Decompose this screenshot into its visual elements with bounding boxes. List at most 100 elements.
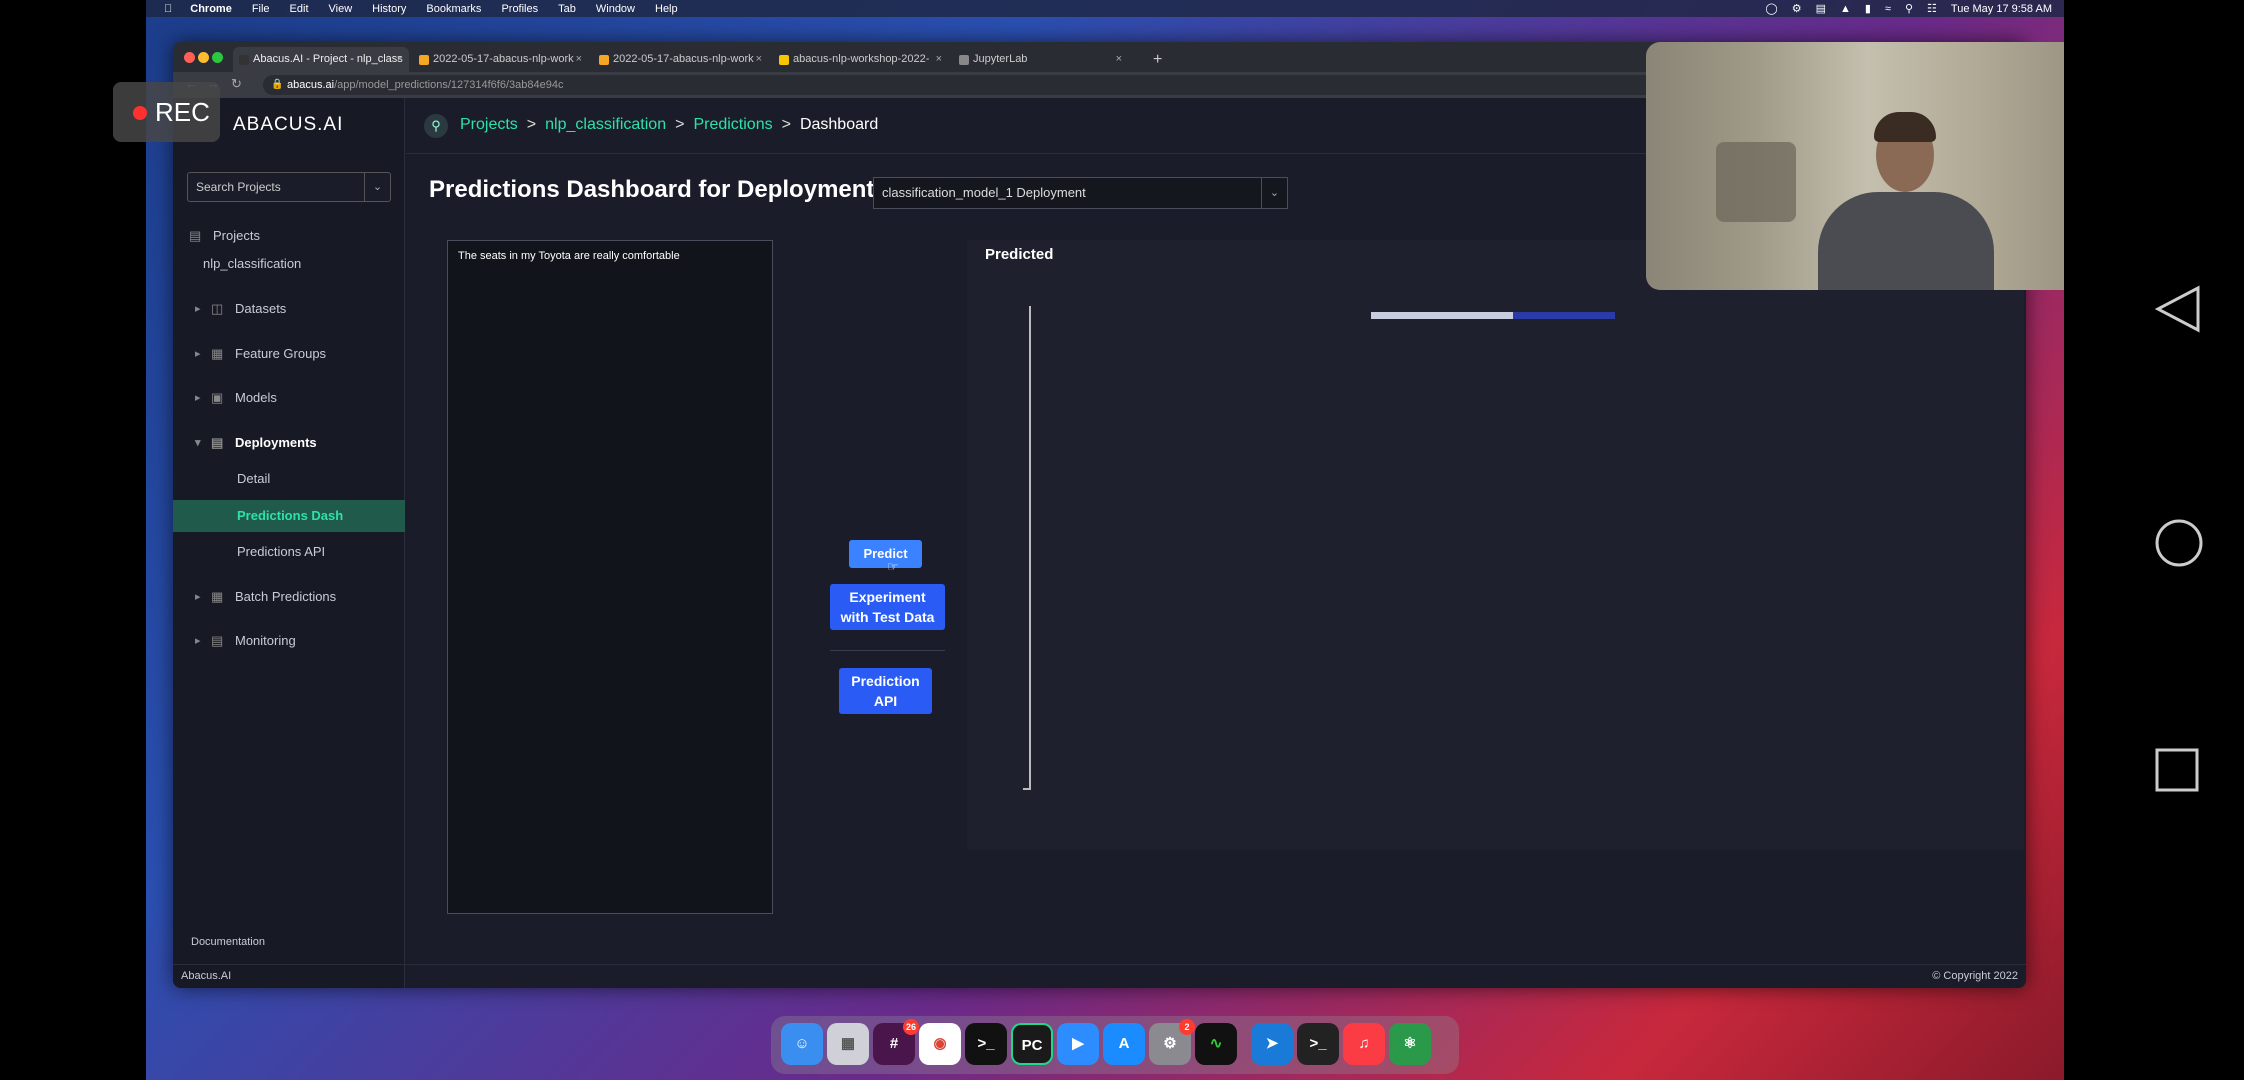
control-center-icon[interactable]: ☷ — [1927, 2, 1937, 15]
sidebar-item-label: Detail — [237, 471, 271, 486]
copyright-text: © Copyright 2022 — [1932, 970, 2018, 982]
sidebar-item-predictions-api[interactable]: Predictions API — [173, 536, 405, 568]
button-label: Experiment — [849, 589, 926, 605]
chrome-icon[interactable]: ◉ — [919, 1023, 961, 1065]
sidebar-item-deployments[interactable]: ▾ ▤ Deployments — [173, 427, 405, 459]
chevron-down-icon[interactable]: ▾ — [195, 427, 201, 459]
predict-button[interactable]: Predict — [849, 540, 922, 568]
close-tab-icon[interactable]: × — [576, 47, 582, 72]
breadcrumb-predictions[interactable]: Predictions — [693, 116, 772, 133]
sidebar-item-detail[interactable]: Detail — [173, 463, 405, 495]
mac-dock: ☺ ▦ #26 ◉ >_ PC ▶ A ⚙ 2 ∿ ➤ >_ ♫ ⚛ — [771, 1016, 1459, 1074]
minimize-window-button[interactable] — [198, 52, 209, 63]
maximize-window-button[interactable] — [212, 52, 223, 63]
menu-edit[interactable]: Edit — [290, 3, 309, 15]
close-tab-icon[interactable]: × — [936, 47, 942, 72]
reload-icon[interactable]: ↻ — [231, 76, 242, 92]
recents-square-icon[interactable] — [2154, 747, 2200, 793]
colab-favicon-icon — [599, 55, 609, 65]
safari-icon[interactable]: ➤ — [1251, 1023, 1293, 1065]
menubar-clock[interactable]: Tue May 17 9:58 AM — [1951, 3, 2052, 15]
sidebar-item-feature-groups[interactable]: ▸ ▦ Feature Groups — [173, 338, 405, 370]
prediction-api-button[interactable]: Prediction API — [839, 668, 932, 714]
status-icon[interactable]: ▤ — [1816, 2, 1826, 15]
finder-icon[interactable]: ☺ — [781, 1023, 823, 1065]
chevron-right-icon[interactable]: ▸ — [195, 293, 201, 325]
pycharm-icon[interactable]: PC — [1011, 1023, 1053, 1065]
home-circle-icon[interactable] — [2154, 518, 2204, 568]
url-field[interactable]: 🔒 abacus.ai/app/model_predictions/127314… — [263, 75, 1763, 95]
wifi-icon[interactable]: ≈ — [1885, 3, 1891, 15]
slack-icon[interactable]: #26 — [873, 1019, 919, 1065]
chevron-down-icon[interactable]: ⌄ — [364, 173, 390, 201]
browser-tab[interactable]: 2022-05-17-abacus-nlp-work × — [413, 47, 588, 72]
browser-tab[interactable]: 2022-05-17-abacus-nlp-work × — [593, 47, 768, 72]
search-icon[interactable]: ⚲ — [1905, 2, 1913, 15]
close-tab-icon[interactable]: × — [756, 47, 762, 72]
breadcrumb-separator: > — [675, 116, 685, 133]
experiment-with-test-data-button[interactable]: Experiment with Test Data — [830, 584, 945, 630]
app-store-icon[interactable]: A — [1103, 1023, 1145, 1065]
tab-title: abacus-nlp-workshop-2022- — [793, 53, 930, 65]
browser-tab[interactable]: JupyterLab × — [953, 47, 1128, 72]
sidebar-item-batch-predictions[interactable]: ▸ ▦ Batch Predictions — [173, 581, 405, 613]
menu-window[interactable]: Window — [596, 3, 635, 15]
close-window-button[interactable] — [184, 52, 195, 63]
deployment-select-value: classification_model_1 Deployment — [882, 185, 1086, 200]
back-triangle-icon[interactable] — [2154, 284, 2202, 334]
sidebar-item-label: Monitoring — [235, 633, 296, 648]
close-tab-icon[interactable]: × — [1116, 47, 1122, 72]
chevron-right-icon[interactable]: ▸ — [195, 338, 201, 370]
menu-view[interactable]: View — [329, 3, 353, 15]
terminal-icon[interactable]: >_ — [1297, 1023, 1339, 1065]
chevron-down-icon[interactable]: ⌄ — [1261, 178, 1287, 208]
abacus-logo[interactable]: ABACUS.AI — [233, 114, 343, 136]
browser-tab[interactable]: Abacus.AI - Project - nlp_class × — [233, 47, 409, 72]
sidebar-item-monitoring[interactable]: ▸ ▤ Monitoring — [173, 625, 405, 657]
launchpad-icon[interactable]: ▦ — [827, 1023, 869, 1065]
zoom-icon[interactable]: ▶ — [1057, 1023, 1099, 1065]
sidebar: ABACUS.AI Search Projects ⌄ ▤ Projects n… — [173, 98, 405, 988]
new-tab-button[interactable]: + — [1153, 47, 1162, 72]
sidebar-item-label: Feature Groups — [235, 346, 327, 361]
chevron-right-icon[interactable]: ▸ — [195, 625, 201, 657]
menu-history[interactable]: History — [372, 3, 406, 15]
chevron-right-icon[interactable]: ▸ — [195, 581, 201, 613]
menu-tab[interactable]: Tab — [558, 3, 576, 15]
browser-tab[interactable]: abacus-nlp-workshop-2022- × — [773, 47, 948, 72]
globe-favicon-icon — [959, 55, 969, 65]
activity-monitor-icon[interactable]: ∿ — [1195, 1023, 1237, 1065]
chevron-right-icon[interactable]: ▸ — [195, 382, 201, 414]
menu-file[interactable]: File — [252, 3, 270, 15]
atom-icon[interactable]: ⚛ — [1389, 1023, 1431, 1065]
menu-profiles[interactable]: Profiles — [501, 3, 538, 15]
recording-indicator: REC — [113, 82, 220, 142]
search-projects-select[interactable]: Search Projects ⌄ — [187, 172, 391, 202]
system-preferences-icon[interactable]: ⚙ 2 — [1149, 1019, 1195, 1065]
terminal-icon[interactable]: >_ — [965, 1023, 1007, 1065]
menu-help[interactable]: Help — [655, 3, 678, 15]
sidebar-project-name[interactable]: nlp_classification — [173, 248, 405, 280]
deployment-select[interactable]: classification_model_1 Deployment ⌄ — [873, 177, 1288, 209]
prediction-input-textarea[interactable]: The seats in my Toyota are really comfor… — [447, 240, 773, 914]
menu-bookmarks[interactable]: Bookmarks — [426, 3, 481, 15]
music-icon[interactable]: ♫ — [1343, 1023, 1385, 1065]
status-icon[interactable]: ▲ — [1840, 3, 1851, 15]
apple-icon[interactable]:  — [164, 3, 172, 15]
battery-icon[interactable]: ▮ — [1865, 2, 1871, 15]
menubar-app-name[interactable]: Chrome — [190, 3, 232, 15]
documentation-link[interactable]: Documentation — [191, 936, 265, 948]
status-icon[interactable]: ◯ — [1765, 2, 1777, 15]
slides-favicon-icon — [779, 55, 789, 65]
close-tab-icon[interactable]: × — [397, 47, 403, 72]
sidebar-item-predictions-dash[interactable]: Predictions Dash — [173, 500, 405, 532]
breadcrumb-project[interactable]: nlp_classification — [545, 116, 666, 133]
search-icon[interactable]: ⚲ — [424, 114, 448, 138]
mac-menubar:  Chrome File Edit View History Bookmark… — [146, 0, 2064, 17]
sidebar-item-models[interactable]: ▸ ▣ Models — [173, 382, 405, 414]
webcam-person — [1818, 192, 1994, 290]
sidebar-item-datasets[interactable]: ▸ ◫ Datasets — [173, 293, 405, 325]
breadcrumb-projects[interactable]: Projects — [460, 116, 518, 133]
tab-title: 2022-05-17-abacus-nlp-work — [613, 53, 754, 65]
status-icon[interactable]: ⚙ — [1792, 2, 1802, 15]
